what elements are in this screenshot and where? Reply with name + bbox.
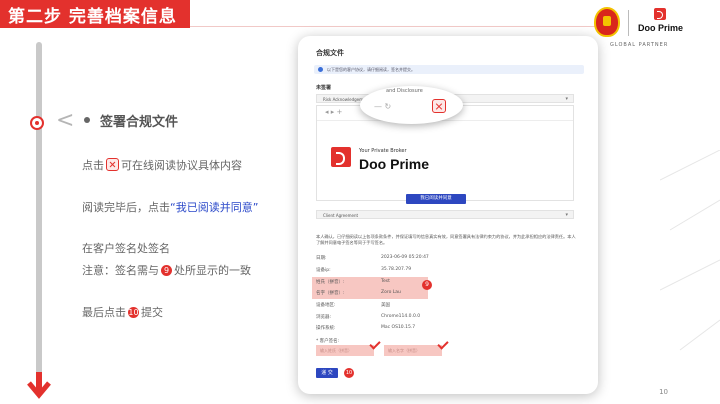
instruction-line-3: 在客户签名处签名 — [82, 242, 170, 255]
signature-last-name-input[interactable]: 输入姓氏（拼音） — [316, 338, 381, 356]
info-banner: 以下是您的客户协议，请仔细阅读，签名并提交。 — [314, 65, 584, 74]
step-number-badge: 10 — [344, 368, 354, 378]
document-title: 合规文件 — [316, 49, 344, 57]
navigation-arrows-icon[interactable]: ◂ ▸ + — [325, 108, 342, 116]
logo-divider — [628, 10, 629, 36]
signature-label: * 客户签名: — [316, 339, 340, 344]
instruction-text: 阅读完毕后，点击 — [82, 201, 170, 214]
field-value: 美国 — [381, 303, 390, 308]
accordion-label: Client Agreement — [323, 213, 359, 218]
instruction-line-2: 阅读完毕后，点击“我已阅读并同意” — [82, 199, 258, 215]
step-number-badge: 10 — [128, 307, 139, 318]
chevron-left-icon: < — [56, 108, 75, 133]
submit-button[interactable]: 递 交 — [316, 368, 338, 378]
field-label: 浏览器: — [316, 315, 332, 320]
field-label: 姓氏（拼音）: — [316, 280, 345, 285]
caret-down-icon: ▾ — [565, 96, 568, 102]
field-ip: 设备ip: 35.78.207.79 — [316, 267, 466, 273]
instruction-text: 最后点击 — [82, 306, 126, 319]
signature-first-name-input[interactable]: 输入名字（拼音） — [384, 338, 449, 356]
instruction-text: 可在线阅读协议具体内容 — [121, 159, 242, 172]
field-region: 设备地区: 美国 — [316, 302, 466, 308]
field-label: 设备地区: — [316, 303, 336, 308]
field-value: 2023-06-09 05:20:47 — [381, 255, 429, 260]
doo-prime-logo-icon — [654, 8, 666, 20]
pdf-tagline: Your Private Broker — [359, 148, 407, 154]
field-label: 设备ip: — [316, 268, 331, 273]
pdf-brand: Doo Prime — [359, 156, 430, 172]
instruction-line-1: 点击 可在线阅读协议具体内容 — [82, 157, 242, 173]
input-placeholder: 输入名字（拼音） — [388, 348, 420, 353]
field-value: Chrome114.0.0.0 — [381, 314, 421, 319]
step-number-badge: 9 — [161, 265, 172, 276]
field-value: Zoro Lau — [381, 290, 401, 295]
caret-down-icon: ▾ — [565, 212, 568, 218]
step-number-badge: 9 — [422, 280, 432, 290]
instruction-line-4: 注意：签名需与 9 处所显示的一致 — [82, 262, 251, 278]
field-label: 日期: — [316, 256, 327, 261]
field-label: 名字（拼音）: — [316, 291, 345, 296]
page-title: 第二步 完善档案信息 — [8, 7, 177, 27]
accordion-client-agreement[interactable]: Client Agreement ▾ — [316, 210, 574, 219]
step-heading: 签署合规文件 — [100, 115, 179, 130]
arrow-down-icon — [27, 381, 51, 399]
read-and-agree-button[interactable]: 我已阅读并同意 — [406, 194, 466, 204]
field-last-name: 姓氏（拼音）: Test — [316, 279, 466, 285]
header-bar: 第二步 完善档案信息 — [0, 0, 190, 28]
checkmark-icon — [437, 338, 449, 350]
agree-link-text: “我已阅读并同意” — [170, 201, 259, 214]
info-icon — [318, 67, 323, 72]
field-value: Mac OS10.15.7 — [381, 325, 416, 330]
decorative-lines — [660, 150, 720, 351]
header-divider — [190, 26, 610, 27]
partner-brand: Doo Prime — [638, 23, 684, 33]
instruction-text: 注意：签名需与 — [82, 264, 159, 277]
doo-prime-logo-icon — [331, 147, 351, 167]
field-first-name: 名字（拼音）: Zoro Lau — [316, 290, 466, 296]
field-date: 日期: 2023-06-09 05:20:47 — [316, 255, 466, 261]
field-os: 操作系统: Mac OS10.15.7 — [316, 325, 466, 331]
instruction-line-5: 最后点击 10 提交 — [82, 304, 163, 320]
instruction-text: 点击 — [82, 159, 104, 172]
bullet-icon — [84, 117, 90, 123]
field-value: 35.78.207.79 — [381, 267, 412, 272]
zoom-callout: and Disclosure — ↻ — [360, 86, 463, 124]
progress-track — [36, 42, 42, 382]
instruction-text: 提交 — [141, 306, 163, 319]
field-value: Test — [381, 279, 390, 284]
club-crest-icon — [594, 7, 620, 37]
partner-caption: GLOBAL PARTNER — [610, 42, 669, 48]
field-browser: 浏览器: Chrome114.0.0.0 — [316, 314, 466, 320]
expand-icon[interactable] — [432, 99, 446, 113]
device-mockup: 合规文件 以下是您的客户协议，请仔细阅读，签名并提交。 未签署 Risk Ack… — [298, 36, 598, 394]
toolbar-icons: — ↻ — [374, 102, 392, 111]
status-label: 未签署 — [316, 85, 332, 91]
input-placeholder: 输入姓氏（拼音） — [320, 348, 352, 353]
consent-text: 本人确认，已仔细阅读以上各项条款条件，并保证填写的信息真实有效，同意签署具有法律… — [316, 234, 576, 245]
field-label: 操作系统: — [316, 326, 336, 331]
checkmark-icon — [369, 338, 381, 350]
info-text: 以下是您的客户协议，请仔细阅读，签名并提交。 — [327, 67, 415, 72]
page-number: 10 — [659, 388, 668, 396]
partner-logos: Doo Prime GLOBAL PARTNER — [594, 4, 694, 54]
instruction-text: 处所显示的一致 — [174, 264, 251, 277]
step-node — [30, 116, 44, 130]
callout-text: and Disclosure — [386, 88, 423, 94]
expand-icon — [106, 158, 119, 171]
